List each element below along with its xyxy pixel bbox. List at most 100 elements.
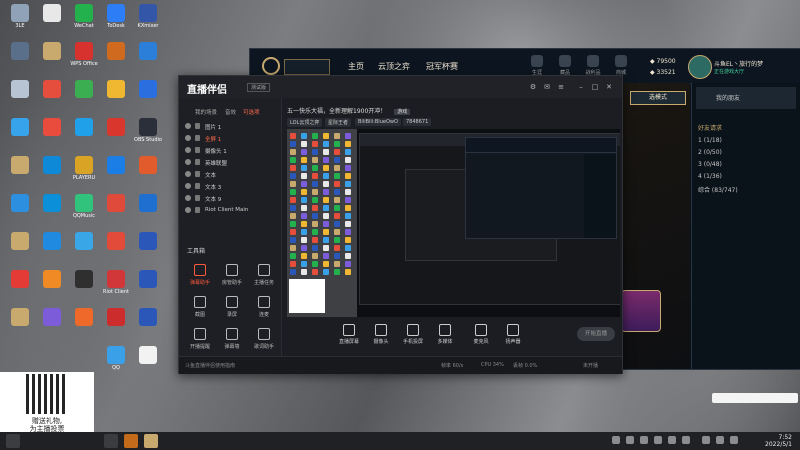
eye-icon[interactable] xyxy=(185,123,191,129)
mic-button[interactable]: 麦克风 xyxy=(467,324,495,345)
tray-icon-1[interactable] xyxy=(612,436,620,444)
desktop-icon[interactable] xyxy=(4,308,36,346)
tray-icon-3[interactable] xyxy=(640,436,648,444)
speaker-button[interactable]: 扬声器 xyxy=(499,324,527,345)
eye-icon[interactable] xyxy=(185,159,191,165)
taskbar-app-3[interactable] xyxy=(144,434,158,448)
scene-item[interactable]: Riot Client Main xyxy=(183,206,279,216)
lock-icon[interactable] xyxy=(195,159,200,165)
start-stream-button[interactable]: 开始直播 xyxy=(577,327,615,341)
guide-link[interactable]: 斗鱼直播伴侣使用指南 xyxy=(185,362,235,369)
desktop-icon[interactable] xyxy=(100,194,132,232)
desktop-icon[interactable] xyxy=(68,270,100,308)
maximize-icon[interactable]: □ xyxy=(591,83,599,91)
desktop-icon[interactable] xyxy=(36,156,68,194)
scene-item[interactable]: 文本 3 xyxy=(183,182,279,192)
screen-capture-button[interactable]: 直播屏幕 xyxy=(335,324,363,345)
desktop-icon[interactable] xyxy=(36,308,68,346)
mail-icon[interactable]: ✉ xyxy=(543,83,551,91)
chip-bili[interactable]: BiliBili:BlueOwO xyxy=(355,118,401,126)
tray-icon-5[interactable] xyxy=(668,436,676,444)
desktop-icon[interactable] xyxy=(68,308,100,346)
phone-cast-button[interactable]: 手机投屏 xyxy=(399,324,427,345)
desktop-icon[interactable] xyxy=(100,42,132,80)
desktop-icon[interactable] xyxy=(100,308,132,346)
friend-group-1[interactable]: 1 (1/18) xyxy=(698,137,722,144)
desktop-icon[interactable] xyxy=(4,270,36,308)
desktop-icon[interactable]: OBS Studio xyxy=(132,118,164,156)
tray-icon-6[interactable] xyxy=(682,436,690,444)
avatar[interactable] xyxy=(688,55,712,79)
mode-button[interactable]: 选模式 xyxy=(630,91,686,105)
desktop-icon[interactable] xyxy=(36,194,68,232)
tool-button[interactable]: 歌词助手 xyxy=(249,328,279,356)
lock-icon[interactable] xyxy=(195,183,200,189)
lock-icon[interactable] xyxy=(195,171,200,177)
desktop-icon[interactable] xyxy=(4,118,36,156)
scene-item[interactable]: 图片 1 xyxy=(183,122,279,132)
scene-item[interactable]: 文本 9 xyxy=(183,194,279,204)
media-button[interactable]: 多媒体 xyxy=(431,324,459,345)
tab-scenes[interactable]: 我的场景 xyxy=(195,108,217,116)
eye-icon[interactable] xyxy=(185,207,191,213)
eye-icon[interactable] xyxy=(185,183,191,189)
desktop-icon[interactable] xyxy=(100,118,132,156)
desktop-icon[interactable] xyxy=(132,156,164,194)
lock-icon[interactable] xyxy=(195,123,200,129)
play-button[interactable] xyxy=(284,59,330,75)
menu-icon[interactable]: ≡ xyxy=(557,83,565,91)
desktop-icon[interactable] xyxy=(4,42,36,80)
network-icon[interactable] xyxy=(702,436,710,444)
lol-logo-icon[interactable] xyxy=(262,57,280,75)
close-icon[interactable]: ✕ xyxy=(605,83,613,91)
desktop-icon[interactable] xyxy=(132,308,164,346)
scene-item[interactable]: 英雄联盟 xyxy=(183,158,279,168)
desktop-icon[interactable]: Riot Client xyxy=(100,270,132,308)
chip-game[interactable]: LOL云顶之弈 xyxy=(287,118,323,127)
settings-icon[interactable]: ⚙ xyxy=(529,83,537,91)
eye-icon[interactable] xyxy=(185,147,191,153)
tool-store[interactable]: 商城 xyxy=(608,55,634,76)
lock-icon[interactable] xyxy=(195,147,200,153)
minimize-icon[interactable]: – xyxy=(577,83,585,91)
desktop-icon[interactable] xyxy=(36,270,68,308)
tool-button[interactable]: 开播提醒 xyxy=(185,328,215,356)
desktop-icon[interactable] xyxy=(68,232,100,270)
friend-group-3[interactable]: 3 (0/48) xyxy=(698,161,722,168)
lock-icon[interactable] xyxy=(195,135,200,141)
desktop-icon[interactable] xyxy=(4,80,36,118)
tool-button[interactable]: 弹幕助手 xyxy=(185,264,215,292)
tool-loot[interactable]: 战利品 xyxy=(580,55,606,76)
desktop-icon[interactable] xyxy=(68,118,100,156)
desktop-icon[interactable]: QQ xyxy=(100,346,132,384)
desktop-icon[interactable] xyxy=(132,80,164,118)
desktop-icon[interactable]: QQMusic xyxy=(68,194,100,232)
desktop-icon[interactable] xyxy=(132,232,164,270)
tab-options[interactable]: 可选项 xyxy=(243,108,260,116)
taskbar-app-2[interactable] xyxy=(124,434,138,448)
scene-item[interactable]: 全屏 1 xyxy=(183,134,279,144)
desktop-icon[interactable]: KXmixer xyxy=(132,4,164,42)
tool-button[interactable]: 主播任务 xyxy=(249,264,279,292)
desktop-icon[interactable] xyxy=(68,80,100,118)
friend-group-2[interactable]: 2 (0/50) xyxy=(698,149,722,156)
stream-preview[interactable] xyxy=(287,129,620,317)
chip-tag[interactable]: 星际王者 xyxy=(325,118,352,127)
desktop-icon[interactable] xyxy=(4,194,36,232)
desktop-icon[interactable] xyxy=(100,80,132,118)
desktop-icon[interactable] xyxy=(100,232,132,270)
tab-sound[interactable]: 音效 xyxy=(225,108,236,116)
desktop-icon[interactable] xyxy=(132,346,164,384)
tray-icon-4[interactable] xyxy=(654,436,662,444)
clock[interactable]: 7:52 2022/5/1 xyxy=(765,434,792,448)
friend-group-4[interactable]: 4 (1/36) xyxy=(698,173,722,180)
tool-button[interactable]: 弹幕墙 xyxy=(217,328,247,356)
desktop-icon[interactable] xyxy=(36,80,68,118)
taskbar-app-1[interactable] xyxy=(104,434,118,448)
volume-icon[interactable] xyxy=(716,436,724,444)
friends-group-header[interactable]: 我的朋友 xyxy=(696,87,796,109)
desktop-icon[interactable] xyxy=(36,232,68,270)
eye-icon[interactable] xyxy=(185,195,191,201)
desktop-icon[interactable]: ToDesk xyxy=(100,4,132,42)
tool-button[interactable]: 录屏 xyxy=(217,296,247,324)
